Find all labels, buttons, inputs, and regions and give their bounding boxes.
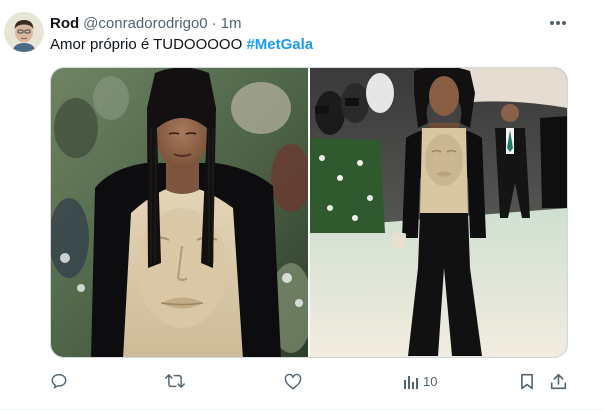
photo-1[interactable] (51, 68, 308, 357)
timestamp[interactable]: 1m (221, 15, 242, 32)
views-chart-icon (404, 376, 418, 389)
photo-1-image (51, 68, 308, 357)
tweet-text-body: Amor próprio é TUDOOOOO (50, 36, 247, 53)
retweet-button[interactable] (165, 366, 185, 396)
share-button[interactable] (550, 366, 567, 396)
photo-2-image (310, 68, 567, 357)
more-dots-icon (550, 21, 566, 25)
heart-icon (284, 373, 302, 389)
bookmark-icon (521, 373, 533, 389)
avatar-image (4, 12, 44, 52)
display-name[interactable]: Rod (50, 15, 79, 32)
user-handle[interactable]: @conradorodrigo0 (83, 15, 207, 32)
hashtag-link[interactable]: #MetGala (246, 36, 313, 53)
more-options-button[interactable] (545, 12, 571, 34)
reply-icon (51, 373, 67, 389)
photo-2[interactable] (310, 68, 567, 357)
avatar[interactable] (4, 12, 44, 52)
separator-dot: · (211, 14, 217, 32)
views-count: 10 (423, 373, 438, 389)
tweet-header: Rod @conradorodrigo0 · 1m (50, 13, 241, 33)
views-button[interactable]: 10 (403, 366, 437, 396)
reply-button[interactable] (50, 366, 68, 396)
tweet-actions: 10 (0, 366, 602, 396)
retweet-icon (165, 374, 185, 388)
media-grid (50, 67, 568, 358)
bookmark-button[interactable] (520, 366, 534, 396)
like-button[interactable] (284, 366, 302, 396)
share-icon (550, 373, 567, 389)
tweet-text: Amor próprio é TUDOOOOO #MetGala (50, 35, 313, 55)
tweet-card[interactable]: Rod @conradorodrigo0 · 1m Amor próprio é… (0, 0, 602, 410)
